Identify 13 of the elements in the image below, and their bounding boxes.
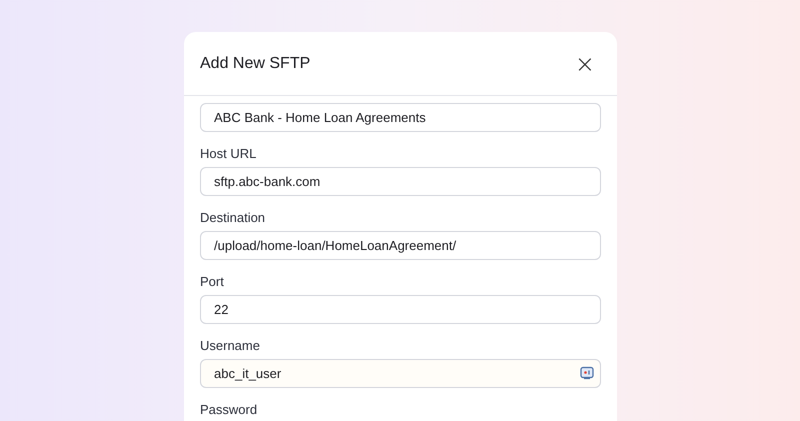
input-field[interactable]: sftp.abc-bank.com [200, 167, 601, 196]
input-field[interactable]: ABC Bank - Home Loan Agreements [200, 103, 601, 132]
dialog-title: Add New SFTP [200, 54, 310, 72]
close-button[interactable]: × [570, 52, 599, 76]
password-manager-icon[interactable] [580, 366, 594, 380]
input-field[interactable]: abc_it_user [200, 359, 601, 388]
input-field[interactable]: 22 [200, 295, 601, 324]
field-label: Destination [200, 211, 266, 225]
input-field[interactable]: /upload/home-loan/HomeLoanAgreement/ [200, 231, 601, 260]
field-label: Port [200, 275, 225, 289]
field-label: Username [200, 339, 261, 353]
field-label: Password [200, 403, 258, 417]
field-label: Host URL [200, 147, 258, 161]
